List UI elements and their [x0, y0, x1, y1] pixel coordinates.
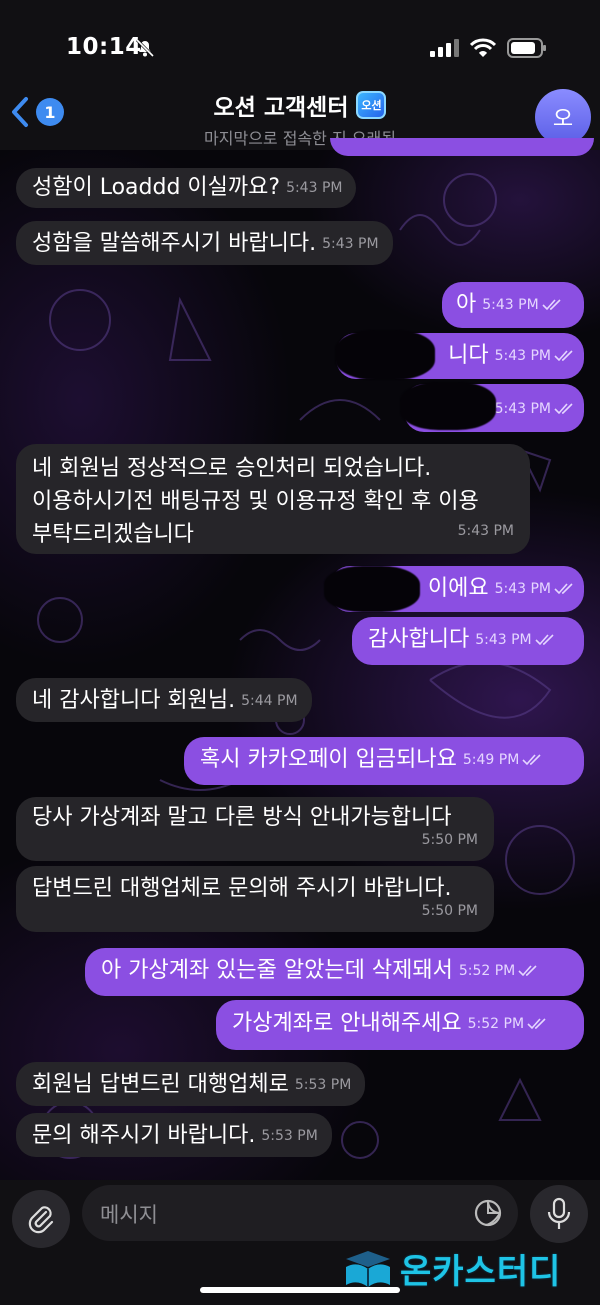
message-time: 5:53 PM	[294, 1077, 352, 1093]
message-incoming[interactable]: 당사 가상계좌 말고 다른 방식 안내가능합니다 5:50 PM	[16, 797, 494, 861]
watermark-text: 온카스터디	[400, 1252, 562, 1292]
message-text: 이에요	[427, 576, 489, 601]
message-text: 감사합니다	[368, 627, 470, 652]
message-time: 5:43 PM	[475, 632, 532, 648]
message-outgoing[interactable]: 감사합니다 5:43 PM	[352, 617, 584, 665]
message-text: 문의 해주시기 바랍니다.	[32, 1123, 256, 1148]
message-time: 5:49 PM	[462, 752, 520, 768]
message-incoming[interactable]: 회원님 답변드린 대행업체로 5:53 PM	[16, 1062, 366, 1106]
message-text: 네 감사합니다 회원님.	[32, 688, 236, 713]
signal-icon	[430, 39, 459, 57]
message-text: 혹시 카카오페이 입금되나요	[200, 747, 457, 772]
message-text: 답변드린 대행업체로 문의해 주시기 바랍니다.	[32, 876, 452, 901]
message-time: 5:43 PM	[482, 297, 539, 313]
book-logo-icon	[346, 1250, 390, 1287]
message-time: 5:50 PM	[421, 903, 478, 919]
message-time: 5:43 PM	[494, 581, 551, 597]
sticker-icon[interactable]	[472, 1197, 504, 1229]
redaction-scribble	[324, 566, 420, 612]
message-text: 아 가상계좌 있는줄 알았는데 삭제돼서	[101, 958, 453, 983]
message-text: 당사 가상계좌 말고 다른 방식 안내가능합니다	[32, 805, 452, 830]
message-input-placeholder: 메시지	[100, 1203, 158, 1227]
message-line: 부탁드리겠습니다	[32, 522, 194, 547]
message-outgoing[interactable]: 아 5:43 PM	[442, 282, 584, 328]
message-text: 가상계좌로 안내해주세요	[232, 1011, 462, 1036]
message-incoming[interactable]: 네 감사합니다 회원님. 5:44 PM	[16, 678, 312, 722]
watermark-logo: 온카스터디	[342, 1244, 561, 1293]
double-check-icon	[554, 583, 573, 595]
status-bar: 10:14	[0, 0, 600, 92]
double-check-icon	[542, 299, 561, 311]
mic-icon	[547, 1197, 571, 1229]
battery-icon	[507, 38, 546, 58]
contact-avatar[interactable]: 오	[535, 89, 591, 145]
paperclip-icon	[28, 1206, 54, 1234]
message-text: 아	[456, 292, 477, 317]
chat-title: 오션 고객센터	[213, 95, 349, 121]
message-time: 5:43 PM	[286, 180, 343, 196]
double-check-icon	[518, 965, 537, 977]
message-incoming[interactable]: 네 회원님 정상적으로 승인처리 되었습니다. 이용하시기전 배팅규정 및 이용…	[16, 444, 530, 554]
double-check-icon	[527, 1018, 546, 1030]
message-time: 5:44 PM	[241, 693, 298, 709]
message-text: 니다	[448, 343, 489, 368]
message-time: 5:43 PM	[494, 348, 551, 364]
redaction-scribble	[335, 330, 435, 380]
message-time: 5:50 PM	[421, 832, 478, 848]
bell-slash-icon	[135, 38, 155, 58]
clipped-outgoing-bubble	[330, 138, 594, 156]
message-incoming[interactable]: 문의 해주시기 바랍니다. 5:53 PM	[16, 1113, 332, 1157]
attach-button[interactable]	[12, 1190, 70, 1248]
message-outgoing[interactable]: 아 가상계좌 있는줄 알았는데 삭제돼서 5:52 PM	[85, 948, 584, 996]
message-time: 5:53 PM	[261, 1128, 318, 1144]
message-line: 이용하시기전 배팅규정 및 이용규정 확인 후 이용	[32, 489, 479, 514]
redaction-scribble	[400, 382, 496, 430]
message-time: 5:43 PM	[457, 523, 514, 539]
double-check-icon	[522, 754, 541, 766]
double-check-icon	[535, 634, 554, 646]
message-line: 네 회원님 정상적으로 승인처리 되었습니다.	[32, 456, 432, 481]
message-text: 성함이 Loaddd 이실까요?	[32, 175, 281, 200]
message-incoming[interactable]: 성함을 말씀해주시기 바랍니다. 5:43 PM	[16, 221, 393, 265]
message-time: 5:52 PM	[467, 1016, 525, 1032]
chat-logo-icon: 오션	[356, 91, 387, 119]
wifi-icon	[470, 38, 496, 57]
double-check-icon	[554, 403, 573, 415]
message-incoming[interactable]: 답변드린 대행업체로 문의해 주시기 바랍니다. 5:50 PM	[16, 866, 494, 932]
double-check-icon	[554, 350, 573, 362]
message-text: 회원님 답변드린 대행업체로	[32, 1072, 289, 1097]
message-time: 5:43 PM	[322, 236, 379, 252]
message-incoming[interactable]: 성함이 Loaddd 이실까요? 5:43 PM	[16, 168, 357, 208]
voice-message-button[interactable]	[530, 1185, 588, 1243]
status-time: 10:14	[66, 34, 142, 60]
message-input[interactable]: 메시지	[82, 1185, 518, 1241]
message-time: 5:43 PM	[494, 401, 551, 417]
message-text: 성함을 말씀해주시기 바랍니다.	[32, 231, 317, 256]
message-outgoing[interactable]: 혹시 카카오페이 입금되나요 5:49 PM	[184, 737, 584, 785]
message-time: 5:52 PM	[458, 963, 516, 979]
message-outgoing[interactable]: 가상계좌로 안내해주세요 5:52 PM	[216, 1000, 584, 1050]
home-indicator[interactable]	[200, 1287, 400, 1293]
